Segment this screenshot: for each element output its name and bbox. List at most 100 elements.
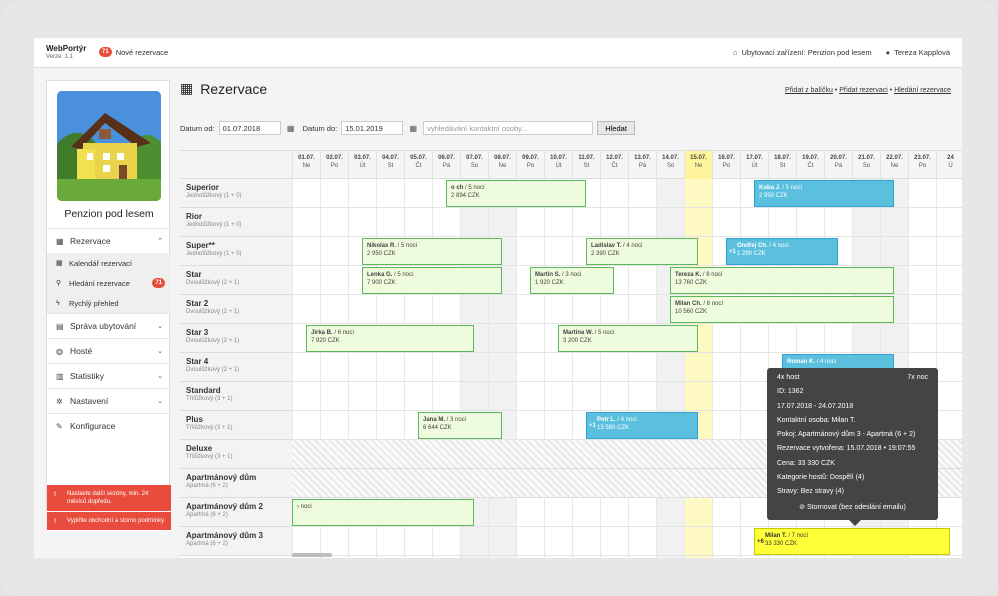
sidebar-subitem-kalendar[interactable]: ▦ Kalendář rezervací <box>47 253 171 273</box>
reservation-block[interactable]: +1 Petr L. / 4 noci 13 580 CZK <box>586 412 698 439</box>
tooltip-price: Cena: 33 330 CZK <box>777 459 835 467</box>
day-date: 18.07. <box>774 155 791 161</box>
sidebar-item-label: Správa ubytování <box>70 321 137 331</box>
extra-guests-badge: +1 <box>589 423 596 429</box>
day-date: 07.07. <box>466 155 483 161</box>
room-type: Apartmá (6 + 2) <box>186 483 228 489</box>
reservation-name: o ch <box>451 185 464 191</box>
page-title: ▦ Rezervace <box>180 80 267 97</box>
sidebar-subitem-prehled[interactable]: ϟ Rychlý přehled <box>47 293 171 313</box>
tooltip-nights: 7x noc <box>907 374 928 381</box>
reservation-block[interactable]: Kuba J. / 5 nocí 2 950 CZK <box>754 180 894 207</box>
alert-conditions[interactable]: ! Vyplňte obchodní a storno podmínky <box>47 512 171 532</box>
sidebar-item-nastaveni[interactable]: ✲ Nastavení ⌄ <box>47 388 171 413</box>
user-menu[interactable]: ● Tereza Kapplová <box>886 48 950 57</box>
room-type: Jednolůžkový (1 + 0) <box>186 251 242 257</box>
facility-label: Ubytovací zařízení: Penzion pod lesem <box>741 48 872 57</box>
facility-selector[interactable]: ⌂ Ubytovací zařízení: Penzion pod lesem <box>733 48 872 57</box>
reservation-guest: Jirka B. / 6 nocí <box>311 329 470 337</box>
calendar-icon: ▦ <box>56 236 64 246</box>
reservation-nights: / 5 nocí <box>392 272 414 278</box>
room-row[interactable] <box>292 208 962 237</box>
reservation-nights: / 4 noci <box>621 243 643 249</box>
chevron-down-icon: ⌄ <box>157 373 163 380</box>
day-header: 24 Ú <box>936 151 962 179</box>
sidebar-item-label: Statistiky <box>70 371 105 381</box>
room-label: Star 2 Dvoulůžkový (2 + 1) <box>180 295 292 324</box>
search-button[interactable]: Hledat <box>597 121 635 135</box>
new-reservations-link[interactable]: 71 Nové rezervace <box>99 47 168 57</box>
reservation-block[interactable]: › noci <box>292 499 474 526</box>
link-search-reservation[interactable]: Hledání rezervace <box>894 87 951 94</box>
reservation-guest: Ondřej Ch. / 4 noci <box>737 242 834 250</box>
sidebar-menu: ▦ Rezervace ⌃ ▦ Kalendář rezervací ⚲ Hledání… <box>47 228 171 438</box>
reservation-price: 3 200 CZK <box>563 338 592 345</box>
reservation-price: 13 580 CZK <box>597 425 630 432</box>
reservation-block[interactable]: Milan Ch. / 8 nocí 10 560 CZK <box>670 296 894 323</box>
reservation-block[interactable]: +6 Milan T. / 7 nocí 33 330 CZK <box>754 528 950 555</box>
contact-search-input[interactable]: vyhledávání kontaktní osoby... <box>423 121 594 135</box>
sidebar-subitem-hledani[interactable]: ⚲ Hledání rezervace 71 <box>47 273 171 293</box>
reservation-block[interactable]: o ch / 5 nocí 2 894 CZK <box>446 180 586 207</box>
day-header: 20.07. Pá <box>824 151 852 179</box>
app-brand[interactable]: WebPortýr Verze: 1.1 <box>46 44 86 60</box>
reservation-block[interactable]: Tereza K. / 8 nocí 13 760 CZK <box>670 267 894 294</box>
sidebar-item-statistiky[interactable]: ▥ Statistiky ⌄ <box>47 363 171 388</box>
room-type: Třílůžkový (3 + 1) <box>186 425 233 431</box>
reservation-block[interactable]: Jirka B. / 6 nocí 7 920 CZK <box>306 325 474 352</box>
sidebar-item-konfigurace[interactable]: ✎ Konfigurace <box>47 413 171 438</box>
tooltip-contact: Kontaktní osoba: Milan T. <box>777 416 856 424</box>
day-weekday: So <box>862 162 871 169</box>
hotel-photo <box>57 91 161 201</box>
reservation-block[interactable]: Martina W. / 5 nocí 3 200 CZK <box>558 325 698 352</box>
reservation-guest: Petr L. / 4 noci <box>597 416 694 424</box>
device-frame: WebPortýr Verze: 1.1 71 Nové rezervace ⌂… <box>0 0 998 596</box>
room-name: Star 4 <box>186 357 209 366</box>
reservation-block[interactable]: Ladislav T. / 4 noci 2 390 CZK <box>586 238 698 265</box>
room-name: Standard <box>186 386 221 395</box>
reservation-block[interactable]: Jana M. / 3 noci 6 644 CZK <box>418 412 502 439</box>
user-icon: ● <box>885 48 891 57</box>
day-header: 11.07. St <box>572 151 600 179</box>
tooltip-cancel-link[interactable]: ⊘ Stornovat (bez odeslání emailu) <box>777 503 928 517</box>
reservation-block[interactable]: Lenka G. / 5 nocí 7 900 CZK <box>362 267 502 294</box>
alert-seasons[interactable]: ! Nastavte další sezóny, min. 24 měsíců d… <box>47 485 171 513</box>
day-weekday: Pá <box>638 162 647 169</box>
day-date: 21.07. <box>858 155 875 161</box>
reservation-guest: Martin S. / 3 noci <box>535 271 610 279</box>
tooltip-dates: 17.07.2018 - 24.07.2018 <box>777 402 854 410</box>
reservation-block[interactable]: +1 Ondřej Ch. / 4 noci 1 290 CZK <box>726 238 838 265</box>
sidebar-item-rezervace[interactable]: ▦ Rezervace ⌃ <box>47 228 171 253</box>
room-type: Dvoulůžkový (2 + 1) <box>186 309 240 315</box>
room-name: Star <box>186 270 202 279</box>
reservation-name: Nikolas R. <box>367 243 397 249</box>
reservation-guest: Tereza K. / 8 nocí <box>675 271 890 279</box>
date-to-label: Datum do: <box>302 123 338 133</box>
reservation-block[interactable]: Nikolas R. / 5 nocí 2 950 CZK <box>362 238 502 265</box>
horizontal-scrollbar[interactable] <box>292 553 332 557</box>
calendar-icon[interactable]: ▦ <box>407 124 419 133</box>
calendar-icon[interactable]: ▦ <box>285 124 297 133</box>
reservation-name: Martina W. <box>563 330 594 336</box>
reservation-guest: Milan Ch. / 8 nocí <box>675 300 890 308</box>
reservation-price: 33 330 CZK <box>765 541 798 548</box>
top-bar: WebPortýr Verze: 1.1 71 Nové rezervace ⌂… <box>34 38 962 68</box>
sidebar-item-hoste[interactable]: ◍ Hosté ⌄ <box>47 338 171 363</box>
date-to-value: 15.01.2019 <box>345 123 383 133</box>
calendar-icon: ▦ <box>180 80 194 96</box>
link-add-from-package[interactable]: Přidat z balíčku <box>785 87 833 94</box>
sidebar-item-sprava[interactable]: ▤ Správa ubytování ⌄ <box>47 313 171 338</box>
date-to-field[interactable]: 15.01.2019 <box>341 121 404 135</box>
date-from-field[interactable]: 01.07.2018 <box>218 121 281 135</box>
reservation-block[interactable]: Martin S. / 3 noci 1 920 CZK <box>530 267 614 294</box>
room-label: Rior Jednolůžkový (1 + 0) <box>180 208 292 237</box>
day-weekday: So <box>470 162 479 169</box>
tooltip-category: Kategorie hostů: Dospělí (4) <box>777 474 865 482</box>
extra-guests-badge: +6 <box>757 539 764 545</box>
reservation-guest: Lenka G. / 5 nocí <box>367 271 498 279</box>
new-reservations-badge: 71 <box>99 47 112 57</box>
tooltip-created: Rezervace vytvořena: 15.07.2018 • 19:07:… <box>777 445 916 453</box>
link-add-reservation[interactable]: Přidat rezervaci <box>839 87 888 94</box>
reservation-nights: / 5 nocí <box>463 185 485 191</box>
reservation-guest: › noci <box>297 503 470 511</box>
